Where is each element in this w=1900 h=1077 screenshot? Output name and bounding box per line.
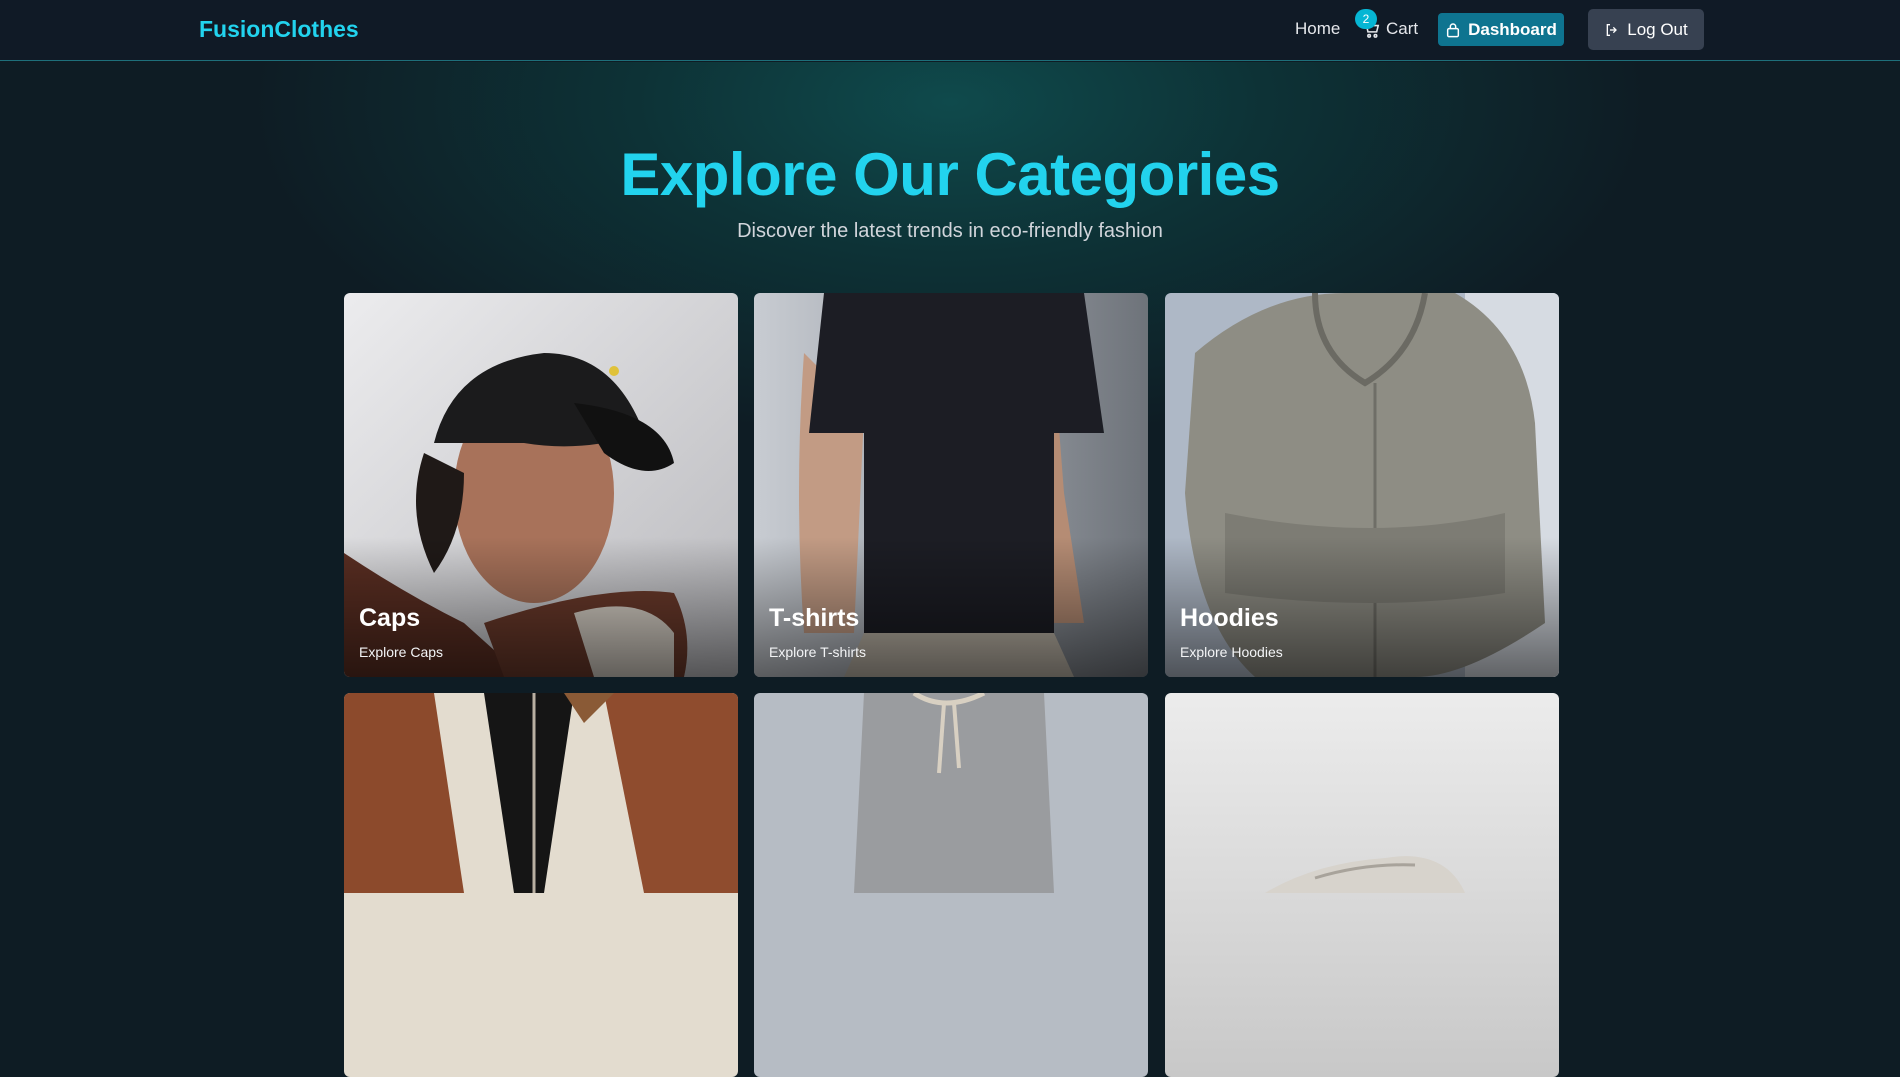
dashboard-label: Dashboard (1468, 19, 1557, 39)
category-card-hoodies[interactable]: Hoodies Explore Hoodies (1165, 293, 1559, 677)
logout-button[interactable]: Log Out (1588, 9, 1704, 50)
cart-label: Cart (1386, 19, 1419, 38)
category-title: Caps (359, 604, 421, 632)
category-card-shoes[interactable] (1165, 693, 1559, 1077)
jacket-photo (344, 693, 738, 1077)
category-card-pants[interactable] (754, 693, 1148, 1077)
nav-home-link[interactable]: Home (1295, 19, 1340, 39)
cart-count-badge: 2 (1355, 9, 1377, 29)
category-subtitle: Explore Hoodies (1180, 644, 1283, 660)
category-card-caps[interactable]: Caps Explore Caps (344, 293, 738, 677)
category-card-tshirts[interactable]: T-shirts Explore T-shirts (754, 293, 1148, 677)
brand-logo[interactable]: FusionClothes (199, 16, 359, 43)
dashboard-button[interactable]: Dashboard (1438, 13, 1564, 46)
category-card-jackets[interactable] (344, 693, 738, 1077)
page-subtitle: Discover the latest trends in eco-friend… (737, 220, 1163, 242)
category-title: Hoodies (1180, 604, 1279, 632)
category-subtitle: Explore T-shirts (769, 644, 866, 660)
shoes-photo (1165, 693, 1559, 1077)
pants-photo (754, 693, 1148, 1077)
category-title: T-shirts (769, 604, 860, 632)
navbar: FusionClothes Home Cart 2 Dashboard Log … (0, 0, 1900, 61)
page-title: Explore Our Categories (620, 141, 1280, 208)
category-subtitle: Explore Caps (359, 644, 444, 660)
lock-icon (1447, 22, 1460, 37)
logout-label: Log Out (1627, 19, 1688, 39)
logout-icon (1606, 23, 1618, 36)
